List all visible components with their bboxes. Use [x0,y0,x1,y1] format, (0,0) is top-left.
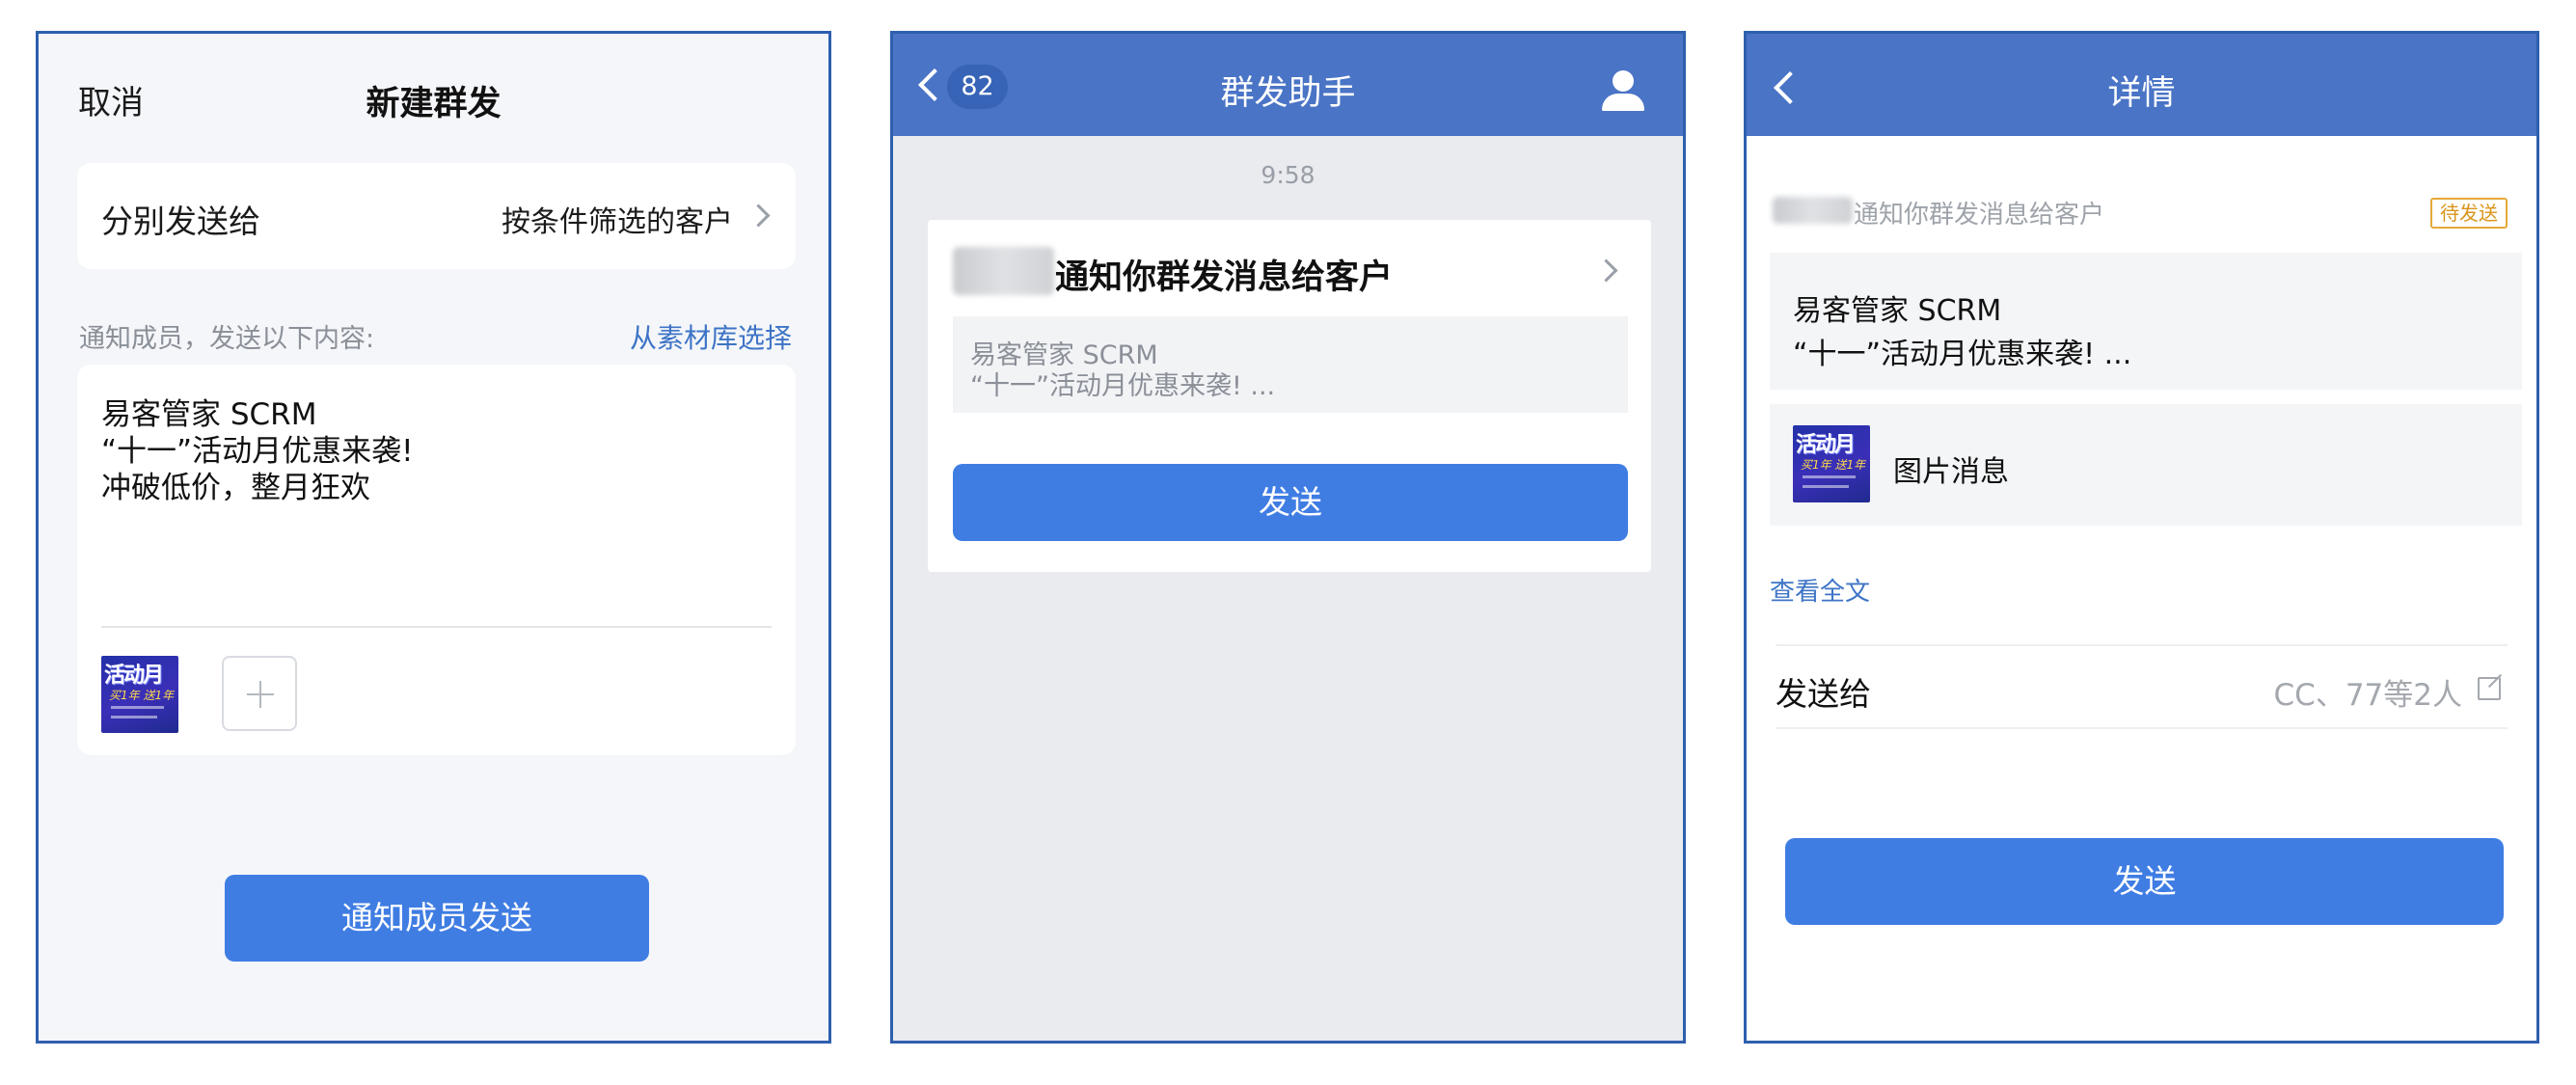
nav-title: 详情 [2107,74,2176,113]
nav-bar: 82 群发助手 [893,34,1683,136]
chevron-right-icon [746,203,771,228]
message-text-area[interactable]: 易客管家 SCRM “十一”活动月优惠来袭! 冲破低价，整月狂欢 [101,396,414,506]
content-hint: 通知成员，发送以下内容: [79,324,375,354]
divider [1776,727,2508,729]
nav-bar: 详情 [1747,34,2536,136]
add-attachment-button[interactable] [222,656,297,731]
status-badge: 待发送 [2430,198,2508,229]
recipients-label: 分别发送给 [101,203,260,240]
card-title: 通知你群发消息给客户 [1055,258,1394,297]
read-full-text-link[interactable]: 查看全文 [1770,572,1870,608]
recipients-value: 按条件筛选的客户 [502,205,733,239]
message-line: “十一”活动月优惠来袭! ... [1793,338,2132,371]
message-text-preview: 易客管家 SCRM “十一”活动月优惠来袭! ... [1770,253,2522,390]
nav-title: 群发助手 [1220,74,1356,113]
message-preview: 易客管家 SCRM “十一”活动月优惠来袭! ... [953,316,1628,413]
notice-text: 通知你群发消息给客户 [1854,201,2105,230]
edit-icon[interactable] [2478,673,2503,700]
message-content-card: 易客管家 SCRM “十一”活动月优惠来袭! 冲破低价，整月狂欢 活动月 买1年… [77,365,796,755]
material-library-link[interactable]: 从素材库选择 [630,317,792,356]
recipients-value[interactable]: CC、77等2人 [2274,670,2462,714]
preview-line: “十一”活动月优惠来袭! ... [970,371,1276,401]
message-line: 易客管家 SCRM [101,397,317,432]
image-attachment-thumbnail[interactable]: 活动月 买1年 送1年 [101,656,178,733]
sender-name-blurred [953,247,1054,295]
thumbnail-title: 活动月 [1796,433,1856,457]
thumbnail-subtitle: 买1年 送1年 [1801,458,1866,472]
message-line: “十一”活动月优惠来袭! [101,434,414,469]
send-button[interactable]: 发送 [1785,838,2504,925]
message-line: 易客管家 SCRM [1793,294,2002,328]
sender-name-blurred [1773,197,1853,224]
message-line: 冲破低价，整月狂欢 [101,471,370,505]
image-message-thumbnail: 活动月 买1年 送1年 [1793,425,1870,502]
new-broadcast-screen: 取消 新建群发 分别发送给 按条件筛选的客户 通知成员，发送以下内容: 从素材库… [36,31,831,1044]
image-message-label: 图片消息 [1893,455,2009,489]
image-message-item[interactable]: 活动月 买1年 送1年 图片消息 [1770,404,2522,526]
divider [101,626,772,628]
notify-members-send-button[interactable]: 通知成员发送 [225,875,649,962]
broadcast-detail-screen: 详情 通知你群发消息给客户 待发送 易客管家 SCRM “十一”活动月优惠来袭!… [1744,31,2539,1044]
broadcast-assistant-screen: 82 群发助手 9:58 通知你群发消息给客户 易客管家 SCRM “十一”活动… [890,31,1686,1044]
recipients-row[interactable]: 分别发送给 按条件筛选的客户 [77,163,796,269]
chevron-right-icon [1594,258,1618,283]
broadcast-message-card[interactable]: 通知你群发消息给客户 易客管家 SCRM “十一”活动月优惠来袭! ... 发送 [928,220,1651,572]
send-button[interactable]: 发送 [953,464,1628,541]
page-title: 新建群发 [366,85,502,123]
notice-row: 通知你群发消息给客户 [1773,193,2453,231]
send-to-label: 发送给 [1776,675,1871,713]
thumbnail-title: 活动月 [104,664,164,688]
user-icon[interactable] [1602,70,1644,111]
divider [1776,644,2508,646]
thumbnail-subtitle: 买1年 送1年 [109,689,175,702]
message-timestamp: 9:58 [1261,161,1315,189]
